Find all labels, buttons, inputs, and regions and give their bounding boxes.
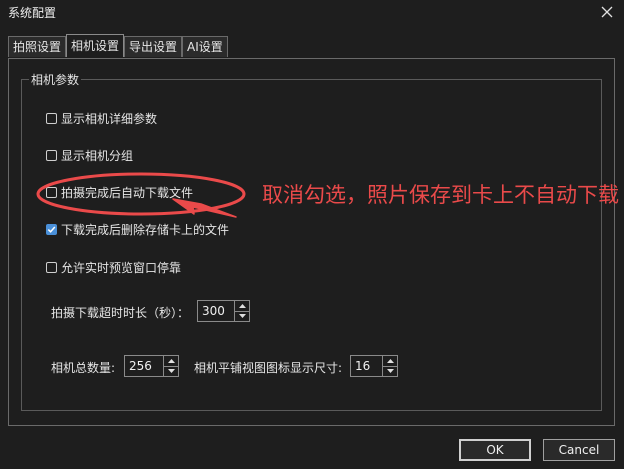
option-label: 显示相机详细参数 <box>61 111 158 126</box>
chevron-down-icon <box>386 369 394 374</box>
close-button[interactable] <box>596 2 618 22</box>
chevron-down-icon <box>238 314 246 319</box>
option-allow-preview-docking[interactable]: 允许实时预览窗口停靠 <box>46 258 181 276</box>
option-auto-download[interactable]: 拍摄完成后自动下载文件 <box>46 183 193 201</box>
tab-export-settings[interactable]: 导出设置 <box>124 36 183 57</box>
increment-button[interactable] <box>235 301 249 311</box>
icon-size-value[interactable]: 16 <box>351 356 382 376</box>
tab-bar: 拍照设置 相机设置 导出设置 AI设置 <box>8 34 228 58</box>
checkbox[interactable] <box>46 223 57 235</box>
increment-button[interactable] <box>383 356 397 366</box>
option-show-camera-groups[interactable]: 显示相机分组 <box>46 146 133 164</box>
option-label: 下载完成后删除存储卡上的文件 <box>61 222 230 237</box>
camera-count-label: 相机总数量: <box>51 361 116 375</box>
option-label: 显示相机分组 <box>61 148 134 163</box>
chevron-up-icon <box>167 358 175 363</box>
camera-count-value[interactable]: 256 <box>125 356 163 376</box>
checkbox[interactable] <box>46 261 57 273</box>
ok-button[interactable]: OK <box>459 439 531 461</box>
close-icon <box>601 6 613 18</box>
camera-count-spinbox[interactable]: 256 <box>124 355 179 377</box>
group-title: 相机参数 <box>29 71 82 88</box>
spin-arrows <box>234 301 249 321</box>
timeout-spinbox[interactable]: 300 <box>197 300 250 322</box>
spin-arrows <box>382 356 397 376</box>
option-show-camera-details[interactable]: 显示相机详细参数 <box>46 109 157 127</box>
decrement-button[interactable] <box>164 365 178 377</box>
tab-camera-settings[interactable]: 相机设置 <box>66 34 125 57</box>
icon-size-spinbox[interactable]: 16 <box>350 355 398 377</box>
option-label: 允许实时预览窗口停靠 <box>61 260 182 275</box>
increment-button[interactable] <box>164 356 178 366</box>
chevron-up-icon <box>386 358 394 363</box>
annotation-text: 取消勾选，照片保存到卡上不自动下载 <box>262 183 619 207</box>
spin-arrows <box>163 356 178 376</box>
option-label: 拍摄完成后自动下载文件 <box>61 185 194 200</box>
chevron-down-icon <box>167 369 175 374</box>
option-delete-after-download[interactable]: 下载完成后删除存储卡上的文件 <box>46 220 229 238</box>
system-config-dialog: 系统配置 拍照设置 相机设置 导出设置 AI设置 相机参数 显示相机详细参数 显… <box>0 0 624 469</box>
checkbox[interactable] <box>46 186 57 198</box>
title-bar: 系统配置 <box>0 0 624 24</box>
decrement-button[interactable] <box>383 365 397 377</box>
tab-ai-settings[interactable]: AI设置 <box>182 36 228 57</box>
chevron-up-icon <box>238 303 246 308</box>
decrement-button[interactable] <box>235 310 249 322</box>
checkmark-icon <box>47 226 56 233</box>
tab-capture-settings[interactable]: 拍照设置 <box>8 36 67 57</box>
window-title: 系统配置 <box>8 6 57 20</box>
timeout-label: 拍摄下载超时时长（秒）： <box>51 306 190 320</box>
timeout-value[interactable]: 300 <box>198 301 234 321</box>
checkbox[interactable] <box>46 149 57 161</box>
icon-size-label: 相机平铺视图图标显示尺寸: <box>194 361 343 375</box>
checkbox[interactable] <box>46 112 57 124</box>
cancel-button[interactable]: Cancel <box>543 439 615 461</box>
